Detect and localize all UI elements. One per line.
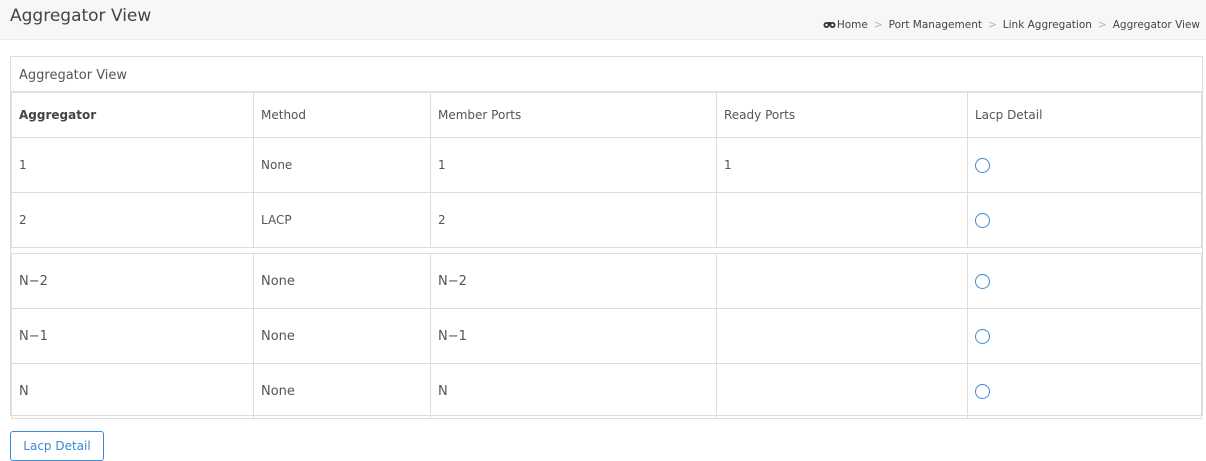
cell-aggregator: 1 <box>11 137 254 193</box>
top-bar: Aggregator View Home > Port Management >… <box>0 0 1206 40</box>
lacp-detail-radio-icon[interactable] <box>975 383 990 399</box>
table-header-row: Aggregator Method Member Ports Ready Por… <box>11 92 1202 138</box>
cell-ready-ports: 1 <box>716 137 968 193</box>
home-icon <box>823 21 836 28</box>
cell-ready-ports <box>716 308 968 364</box>
cell-lacp-detail <box>967 192 1202 248</box>
cell-lacp-detail <box>967 137 1202 193</box>
cell-method: None <box>253 253 431 309</box>
breadcrumb-separator: > <box>873 19 883 31</box>
cell-ready-ports <box>716 253 968 309</box>
lacp-detail-radio-icon[interactable] <box>975 273 990 289</box>
cell-member-ports: N <box>430 363 717 419</box>
cell-method: None <box>253 363 431 419</box>
breadcrumb-separator: > <box>987 19 997 31</box>
cell-aggregator: N−2 <box>11 253 254 309</box>
column-header-aggregator: Aggregator <box>11 92 254 138</box>
lacp-detail-radio-icon[interactable] <box>975 328 990 344</box>
cell-lacp-detail <box>967 308 1202 364</box>
cell-method: None <box>253 137 431 193</box>
lacp-detail-button[interactable]: Lacp Detail <box>10 431 104 461</box>
aggregator-table: Aggregator Method Member Ports Ready Por… <box>11 92 1202 419</box>
aggregator-panel: Aggregator View Aggregator Method Member… <box>10 56 1203 419</box>
table-row: 2 LACP 2 <box>11 192 1202 248</box>
cell-member-ports: 1 <box>430 137 717 193</box>
cell-method: None <box>253 308 431 364</box>
cell-aggregator: N−1 <box>11 308 254 364</box>
table-row: 1 None 1 1 <box>11 137 1202 193</box>
cell-member-ports: N−1 <box>430 308 717 364</box>
column-header-ready-ports: Ready Ports <box>716 92 968 138</box>
panel-title: Aggregator View <box>11 57 1202 92</box>
page-title: Aggregator View <box>10 6 152 26</box>
cell-aggregator: 2 <box>11 192 254 248</box>
cell-lacp-detail <box>967 363 1202 419</box>
breadcrumb-port-management[interactable]: Port Management <box>889 19 982 31</box>
table-row: N−1 None N−1 <box>11 308 1202 364</box>
cell-member-ports: 2 <box>430 192 717 248</box>
cell-method: LACP <box>253 192 431 248</box>
lacp-detail-radio-icon[interactable] <box>975 212 990 228</box>
cell-ready-ports <box>716 363 968 419</box>
column-header-member-ports: Member Ports <box>430 92 717 138</box>
breadcrumb-home[interactable]: Home <box>837 19 868 31</box>
breadcrumb-link-aggregation[interactable]: Link Aggregation <box>1003 19 1092 31</box>
cell-ready-ports <box>716 192 968 248</box>
table-row: N None N <box>11 363 1202 419</box>
column-header-method: Method <box>253 92 431 138</box>
lacp-detail-radio-icon[interactable] <box>975 157 990 173</box>
breadcrumb-aggregator-view: Aggregator View <box>1112 19 1200 31</box>
table-row: N−2 None N−2 <box>11 253 1202 309</box>
cell-lacp-detail <box>967 253 1202 309</box>
cell-member-ports: N−2 <box>430 253 717 309</box>
breadcrumb: Home > Port Management > Link Aggregatio… <box>823 19 1200 31</box>
column-header-lacp-detail: Lacp Detail <box>967 92 1202 138</box>
cell-aggregator: N <box>11 363 254 419</box>
breadcrumb-separator: > <box>1097 19 1107 31</box>
